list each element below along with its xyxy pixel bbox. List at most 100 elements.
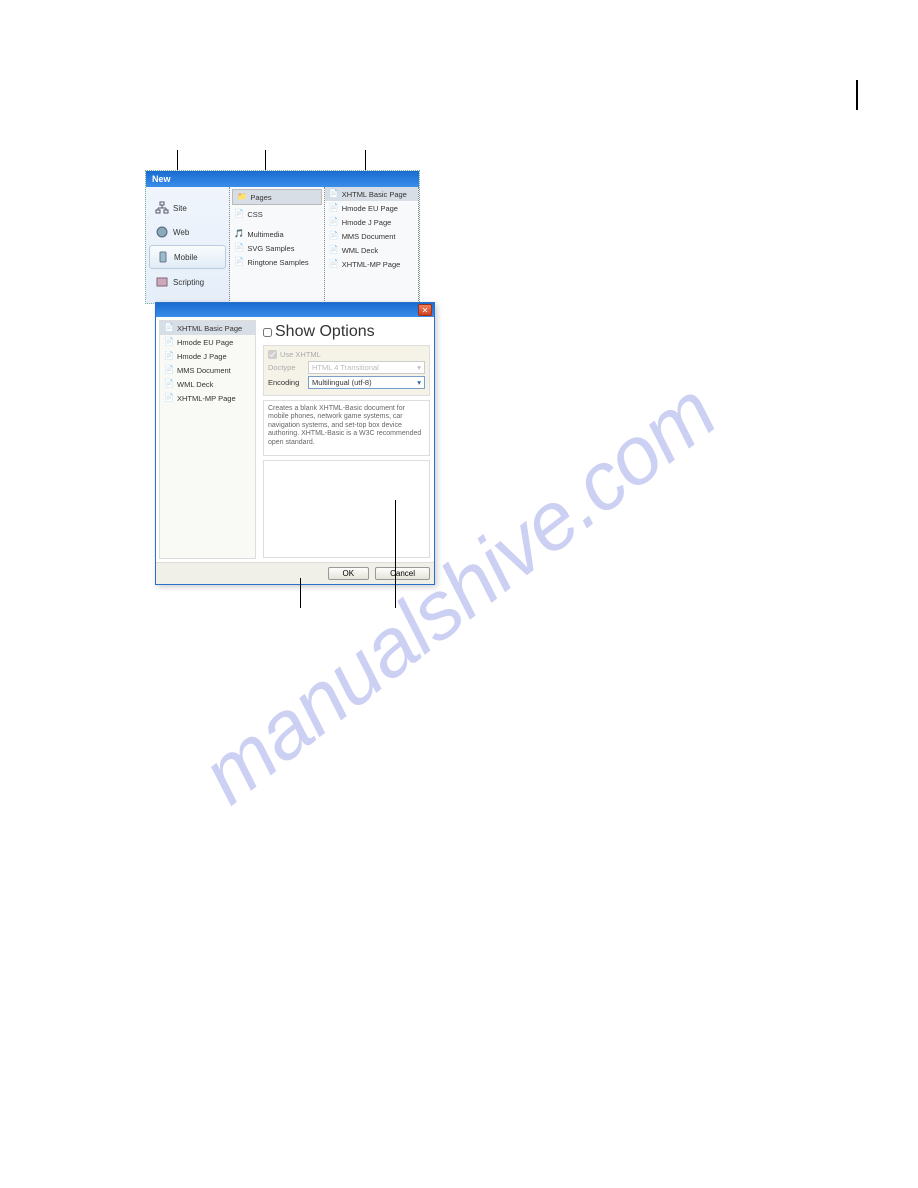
cat-label: CSS: [247, 210, 262, 219]
page-icon: 📄: [164, 337, 174, 347]
show-options-checkbox[interactable]: [263, 328, 272, 337]
nav-label: Web: [173, 228, 189, 237]
page-icon: 📄: [329, 189, 339, 199]
cat-svg[interactable]: 📄SVG Samples: [230, 241, 323, 255]
type-xhtml-basic[interactable]: 📄XHTML Basic Page: [325, 187, 418, 201]
callout-col3: [365, 150, 366, 170]
back-panels: Site Web Mobile Scripting 📁Pages 📄CSS: [146, 187, 419, 303]
category-column: 📁Pages 📄CSS 🎵Multimedia 📄SVG Samples 📄Ri…: [230, 187, 324, 303]
type-label: XHTML-MP Page: [177, 394, 236, 403]
script-icon: [155, 275, 169, 289]
callout-col1: [177, 150, 178, 170]
nav-site[interactable]: Site: [149, 197, 226, 219]
new-dialog-front: ✕ 📄XHTML Basic Page 📄Hmode EU Page 📄Hmod…: [155, 302, 435, 585]
globe-icon: [155, 225, 169, 239]
cat-multimedia[interactable]: 🎵Multimedia: [230, 227, 323, 241]
doctype-label: Doctype: [268, 363, 304, 372]
callout-options: [395, 500, 396, 608]
type-label: Hmode J Page: [342, 218, 392, 227]
nav-mobile[interactable]: Mobile: [149, 245, 226, 269]
nav-column: Site Web Mobile Scripting: [146, 187, 230, 303]
titlebar-front: ✕: [156, 303, 434, 317]
screenshot-composite: New Site Web Mobile Scripting: [145, 170, 445, 304]
chevron-down-icon: ▾: [417, 378, 421, 387]
type-hmode-eu[interactable]: 📄Hmode EU Page: [160, 335, 255, 349]
page-icon: 📄: [329, 217, 339, 227]
nav-web[interactable]: Web: [149, 221, 226, 243]
mobile-icon: [156, 250, 170, 264]
preview-panel: [263, 460, 430, 558]
encoding-select[interactable]: Multilingual (utf-8) ▾: [308, 376, 425, 389]
chevron-down-icon: ▾: [417, 363, 421, 372]
cat-css[interactable]: 📄CSS: [230, 207, 323, 221]
ok-button[interactable]: OK: [328, 567, 370, 580]
callout-preview: [300, 578, 301, 608]
cat-pages[interactable]: 📁Pages: [232, 189, 321, 205]
ok-label: OK: [343, 569, 355, 578]
close-button[interactable]: ✕: [418, 304, 432, 316]
cat-ringtone[interactable]: 📄Ringtone Samples: [230, 255, 323, 269]
type-label: Hmode J Page: [177, 352, 227, 361]
options-panel: Use XHTML Doctype HTML 4 Transitional ▾ …: [263, 345, 430, 396]
new-dialog-back: New Site Web Mobile Scripting: [145, 170, 420, 304]
type-xhtml-mp[interactable]: 📄XHTML-MP Page: [325, 257, 418, 271]
type-label: Hmode EU Page: [177, 338, 233, 347]
type-label: XHTML-MP Page: [342, 260, 401, 269]
use-xhtml-label: Use XHTML: [280, 350, 321, 359]
type-label: MMS Document: [342, 232, 396, 241]
cat-label: Ringtone Samples: [247, 258, 308, 267]
cat-label: Pages: [250, 193, 271, 202]
type-label: XHTML Basic Page: [177, 324, 242, 333]
type-column-back: 📄XHTML Basic Page 📄Hmode EU Page 📄Hmode …: [325, 187, 419, 303]
type-xhtml-basic[interactable]: 📄XHTML Basic Page: [160, 321, 255, 335]
css-icon: 📄: [234, 209, 244, 219]
site-icon: [155, 201, 169, 215]
nav-scripting[interactable]: Scripting: [149, 271, 226, 293]
nav-label: Site: [173, 204, 187, 213]
page-edge-marker: [856, 80, 858, 110]
nav-label: Scripting: [173, 278, 204, 287]
doctype-value: HTML 4 Transitional: [312, 363, 379, 372]
encoding-value: Multilingual (utf-8): [312, 378, 372, 387]
type-xhtml-mp[interactable]: 📄XHTML-MP Page: [160, 391, 255, 405]
svg-icon: 📄: [234, 243, 244, 253]
type-hmode-j[interactable]: 📄Hmode J Page: [325, 215, 418, 229]
cancel-button[interactable]: Cancel: [375, 567, 430, 580]
cat-label: Multimedia: [247, 230, 283, 239]
page-icon: 📄: [329, 259, 339, 269]
type-mms[interactable]: 📄MMS Document: [160, 363, 255, 377]
doc-icon: 📄: [164, 365, 174, 375]
cancel-label: Cancel: [390, 569, 415, 578]
page-icon: 📄: [329, 203, 339, 213]
nav-label: Mobile: [174, 253, 198, 262]
type-hmode-j[interactable]: 📄Hmode J Page: [160, 349, 255, 363]
type-wml[interactable]: 📄WML Deck: [160, 377, 255, 391]
ringtone-icon: 📄: [234, 257, 244, 267]
type-label: WML Deck: [177, 380, 213, 389]
doctype-select: HTML 4 Transitional ▾: [308, 361, 425, 374]
type-label: Hmode EU Page: [342, 204, 398, 213]
type-label: WML Deck: [342, 246, 378, 255]
description-panel: Creates a blank XHTML-Basic document for…: [263, 400, 430, 456]
front-body: 📄XHTML Basic Page 📄Hmode EU Page 📄Hmode …: [156, 317, 434, 562]
multimedia-icon: 🎵: [234, 229, 244, 239]
description-text: Creates a blank XHTML-Basic document for…: [268, 405, 421, 446]
cat-label: SVG Samples: [247, 244, 294, 253]
folder-icon: 📁: [237, 192, 247, 202]
type-mms[interactable]: 📄MMS Document: [325, 229, 418, 243]
type-list-front: 📄XHTML Basic Page 📄Hmode EU Page 📄Hmode …: [159, 320, 256, 559]
doctype-row: Doctype HTML 4 Transitional ▾: [268, 361, 425, 374]
wml-icon: 📄: [164, 379, 174, 389]
show-options-row: Show Options: [263, 321, 430, 345]
type-hmode-eu[interactable]: 📄Hmode EU Page: [325, 201, 418, 215]
type-wml[interactable]: 📄WML Deck: [325, 243, 418, 257]
page-icon: 📄: [164, 393, 174, 403]
wml-icon: 📄: [329, 245, 339, 255]
options-column: Show Options Use XHTML Doctype HTML 4 Tr…: [259, 317, 434, 562]
doc-icon: 📄: [329, 231, 339, 241]
page-icon: 📄: [164, 351, 174, 361]
callout-col2: [265, 150, 266, 170]
encoding-row: Encoding Multilingual (utf-8) ▾: [268, 376, 425, 389]
type-label: MMS Document: [177, 366, 231, 375]
title-text: New: [152, 174, 171, 184]
